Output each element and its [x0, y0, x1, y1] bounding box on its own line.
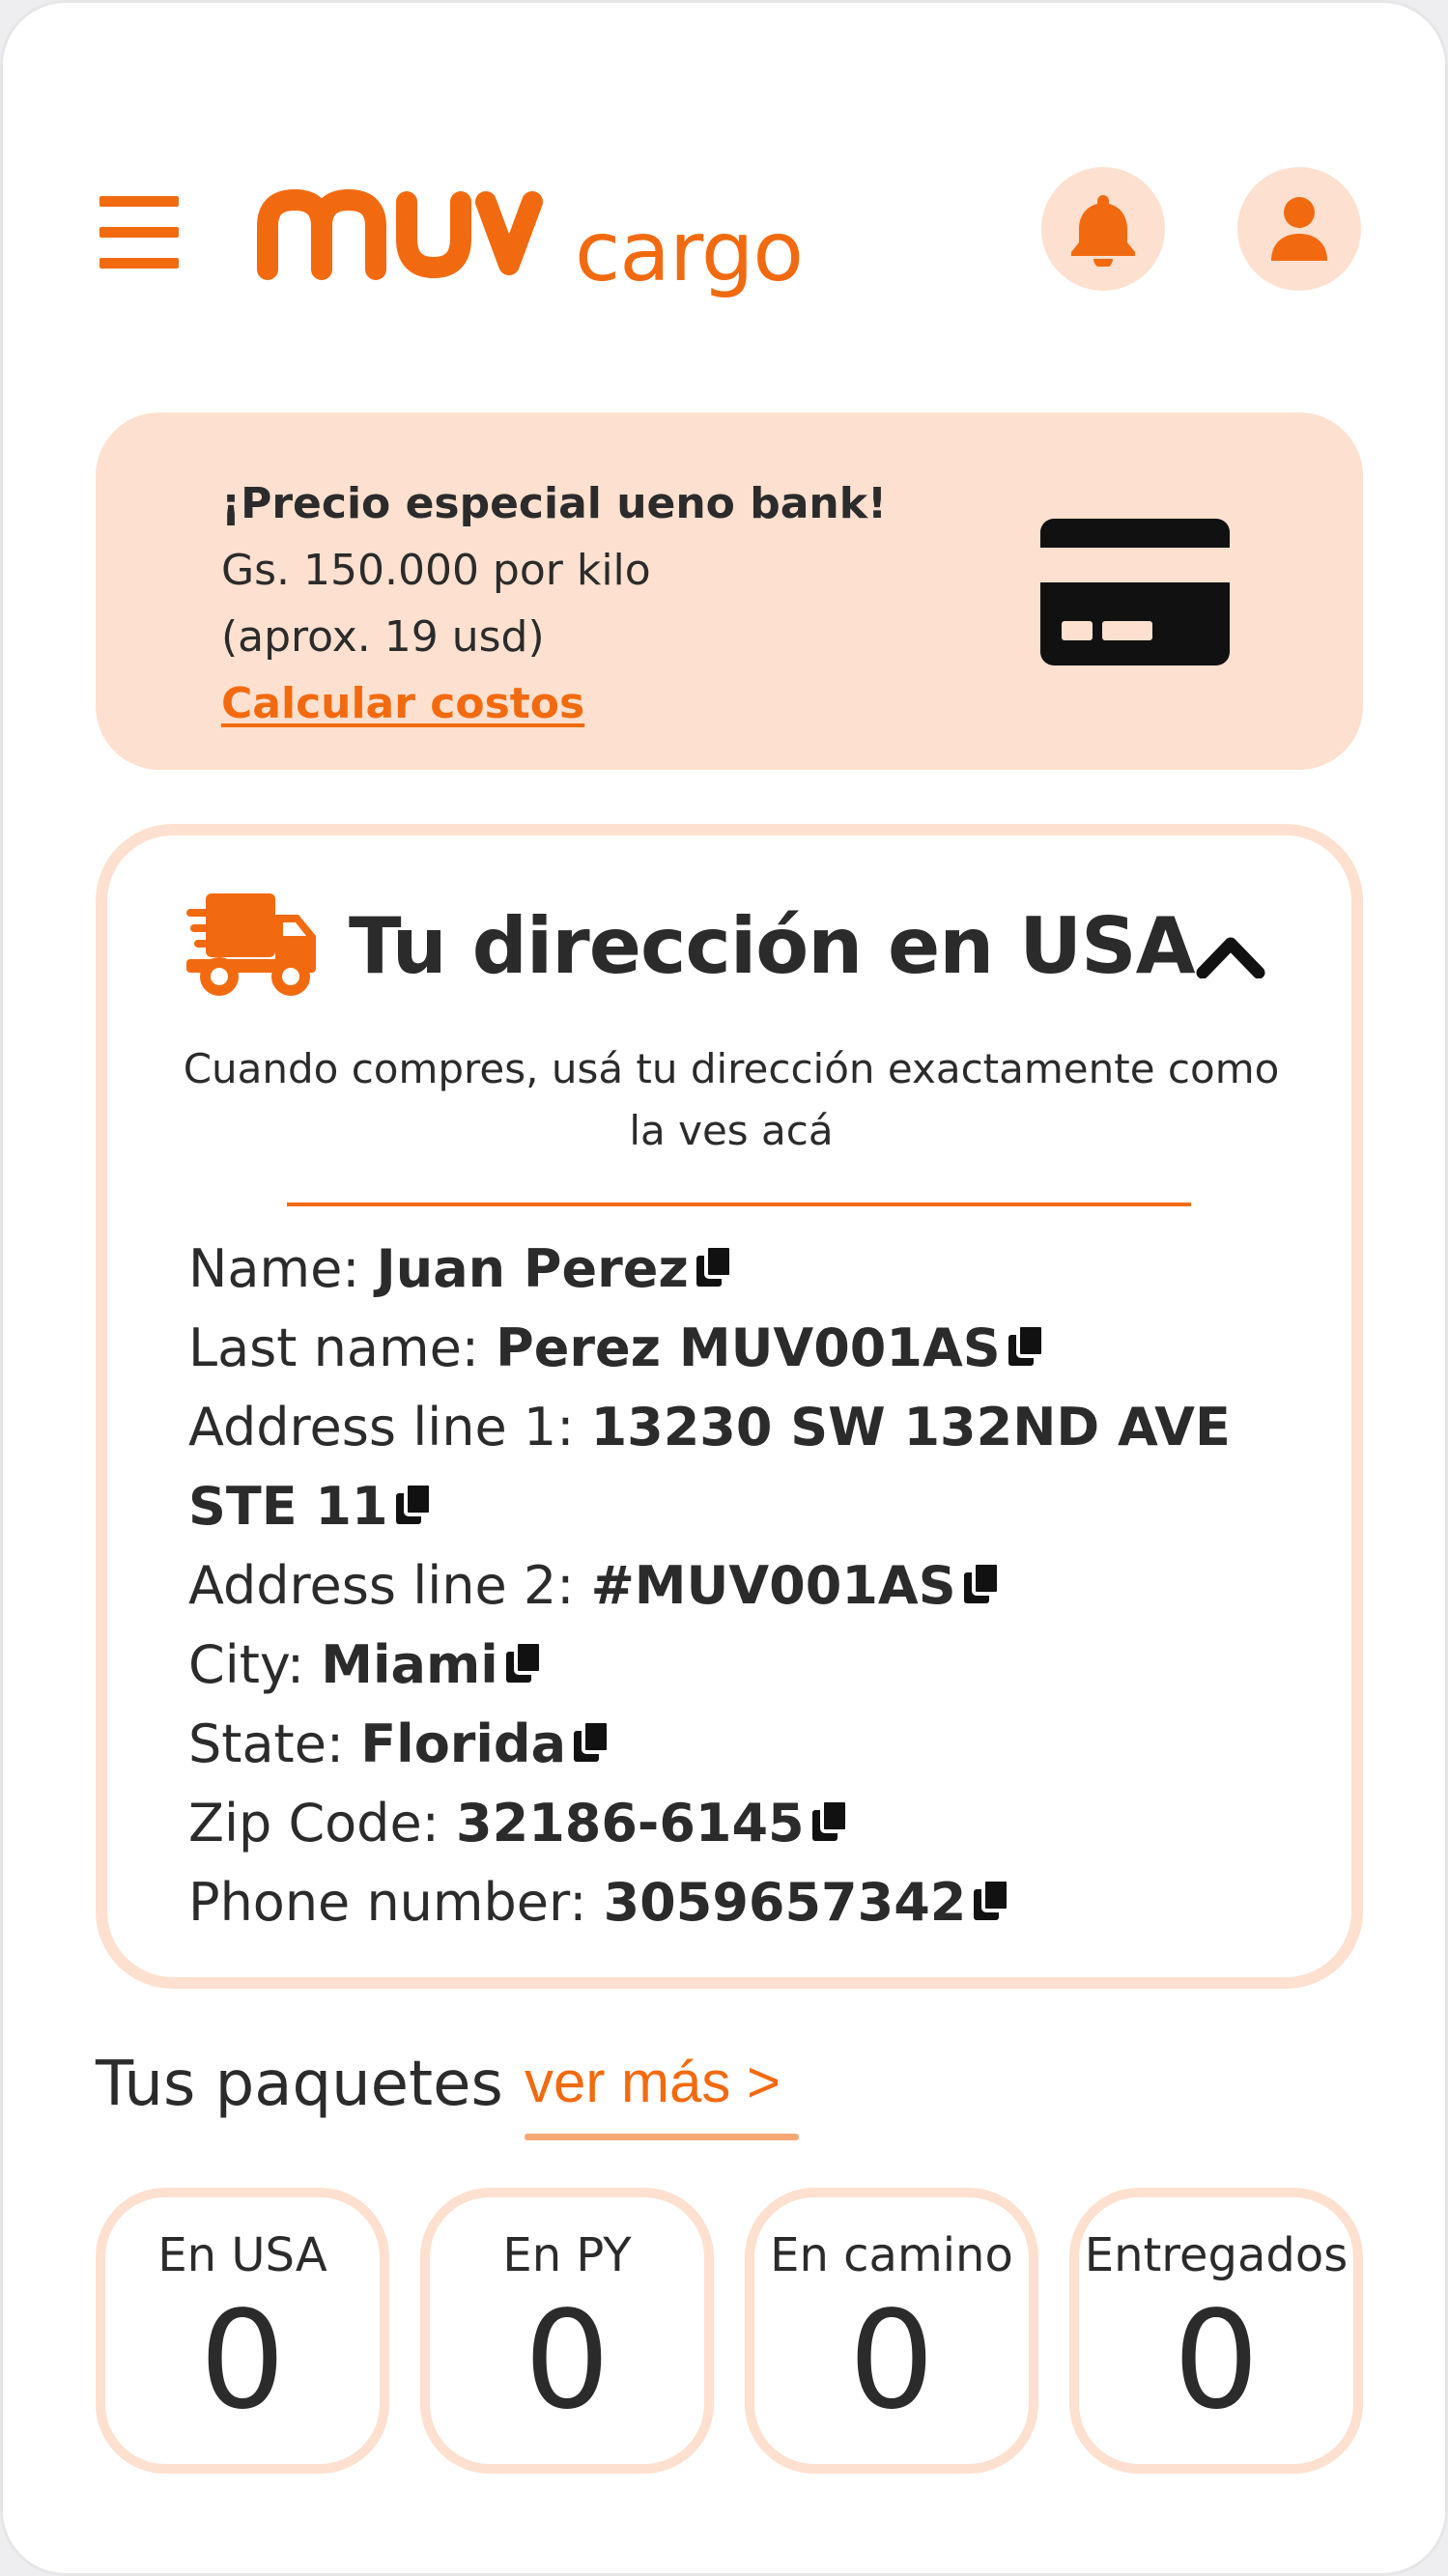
address-field-last-name: Last name: Perez MUV001AS [188, 1309, 1290, 1388]
packages-heading: Tus paquetes [96, 2049, 503, 2120]
address-title: Tu dirección en USA [349, 901, 1196, 991]
stat-label: En PY [502, 2228, 632, 2282]
stat-card-en-usa[interactable]: En USA 0 [96, 2188, 389, 2474]
stat-label: Entregados [1084, 2228, 1349, 2282]
logo-muv-mark [257, 189, 543, 280]
section-divider [287, 1203, 1191, 1206]
address-field-line1: Address line 1: 13230 SW 132ND AVE STE 1… [188, 1397, 1231, 1537]
address-field-line2: Address line 2: #MUV001AS [188, 1546, 1290, 1626]
copy-icon[interactable] [695, 1246, 733, 1288]
address-field-name: Name: Juan Perez [188, 1230, 1290, 1309]
promo-price-usd: (aprox. 19 usd) [221, 612, 545, 662]
chevron-up-icon[interactable] [1195, 934, 1266, 978]
address-instructions: Cuando compres, usá tu dirección exactam… [183, 1045, 1280, 1154]
stat-value: 0 [524, 2282, 610, 2440]
profile-button[interactable] [1237, 167, 1361, 291]
stat-card-en-py[interactable]: En PY 0 [420, 2188, 714, 2474]
promo-price: Gs. 150.000 por kilo [221, 546, 651, 595]
copy-icon[interactable] [394, 1484, 433, 1526]
address-field-phone: Phone number: 3059657342 [188, 1863, 1290, 1942]
hamburger-icon-bar [99, 227, 179, 238]
see-more-link[interactable]: ver más > [525, 2049, 781, 2115]
stat-value: 0 [199, 2282, 286, 2440]
usa-address-card: Tu dirección en USA Cuando compres, usá … [96, 824, 1363, 1989]
promo-banner: ¡Precio especial ueno bank! Gs. 150.000 … [96, 412, 1363, 770]
copy-icon[interactable] [504, 1642, 543, 1684]
stat-card-entregados[interactable]: Entregados 0 [1069, 2188, 1363, 2474]
hamburger-icon-bar [99, 258, 179, 269]
copy-icon[interactable] [972, 1880, 1011, 1922]
address-field-state: State: Florida [188, 1705, 1290, 1784]
address-fields: Name: Juan Perez Last name: Perez MUV001… [188, 1230, 1290, 1942]
stat-card-en-camino[interactable]: En camino 0 [745, 2188, 1038, 2474]
app-screen: cargo ¡Precio especial ueno bank! Gs. 15… [0, 0, 1448, 2576]
hamburger-icon-bar [99, 196, 179, 207]
promo-title: ¡Precio especial ueno bank! [221, 479, 888, 528]
see-more-underline [525, 2134, 799, 2140]
credit-card-icon [1040, 519, 1230, 665]
menu-button[interactable] [99, 196, 181, 269]
address-field-zip: Zip Code: 32186-6145 [188, 1784, 1290, 1863]
copy-icon[interactable] [810, 1800, 849, 1843]
promo-text: ¡Precio especial ueno bank! Gs. 150.000 … [221, 470, 887, 737]
stat-label: En USA [157, 2228, 327, 2282]
copy-icon[interactable] [962, 1563, 1001, 1605]
bell-icon [1071, 195, 1135, 267]
calculate-costs-link[interactable]: Calcular costos [221, 679, 584, 728]
stat-label: En camino [770, 2228, 1013, 2282]
stat-value: 0 [848, 2282, 935, 2440]
copy-icon[interactable] [572, 1721, 611, 1764]
notifications-button[interactable] [1041, 167, 1165, 291]
copy-icon[interactable] [1007, 1325, 1045, 1368]
stat-value: 0 [1173, 2282, 1260, 2440]
logo-cargo-text: cargo [575, 204, 804, 300]
user-icon [1271, 197, 1327, 261]
shipping-truck-icon [186, 893, 316, 996]
address-field-city: City: Miami [188, 1626, 1290, 1705]
